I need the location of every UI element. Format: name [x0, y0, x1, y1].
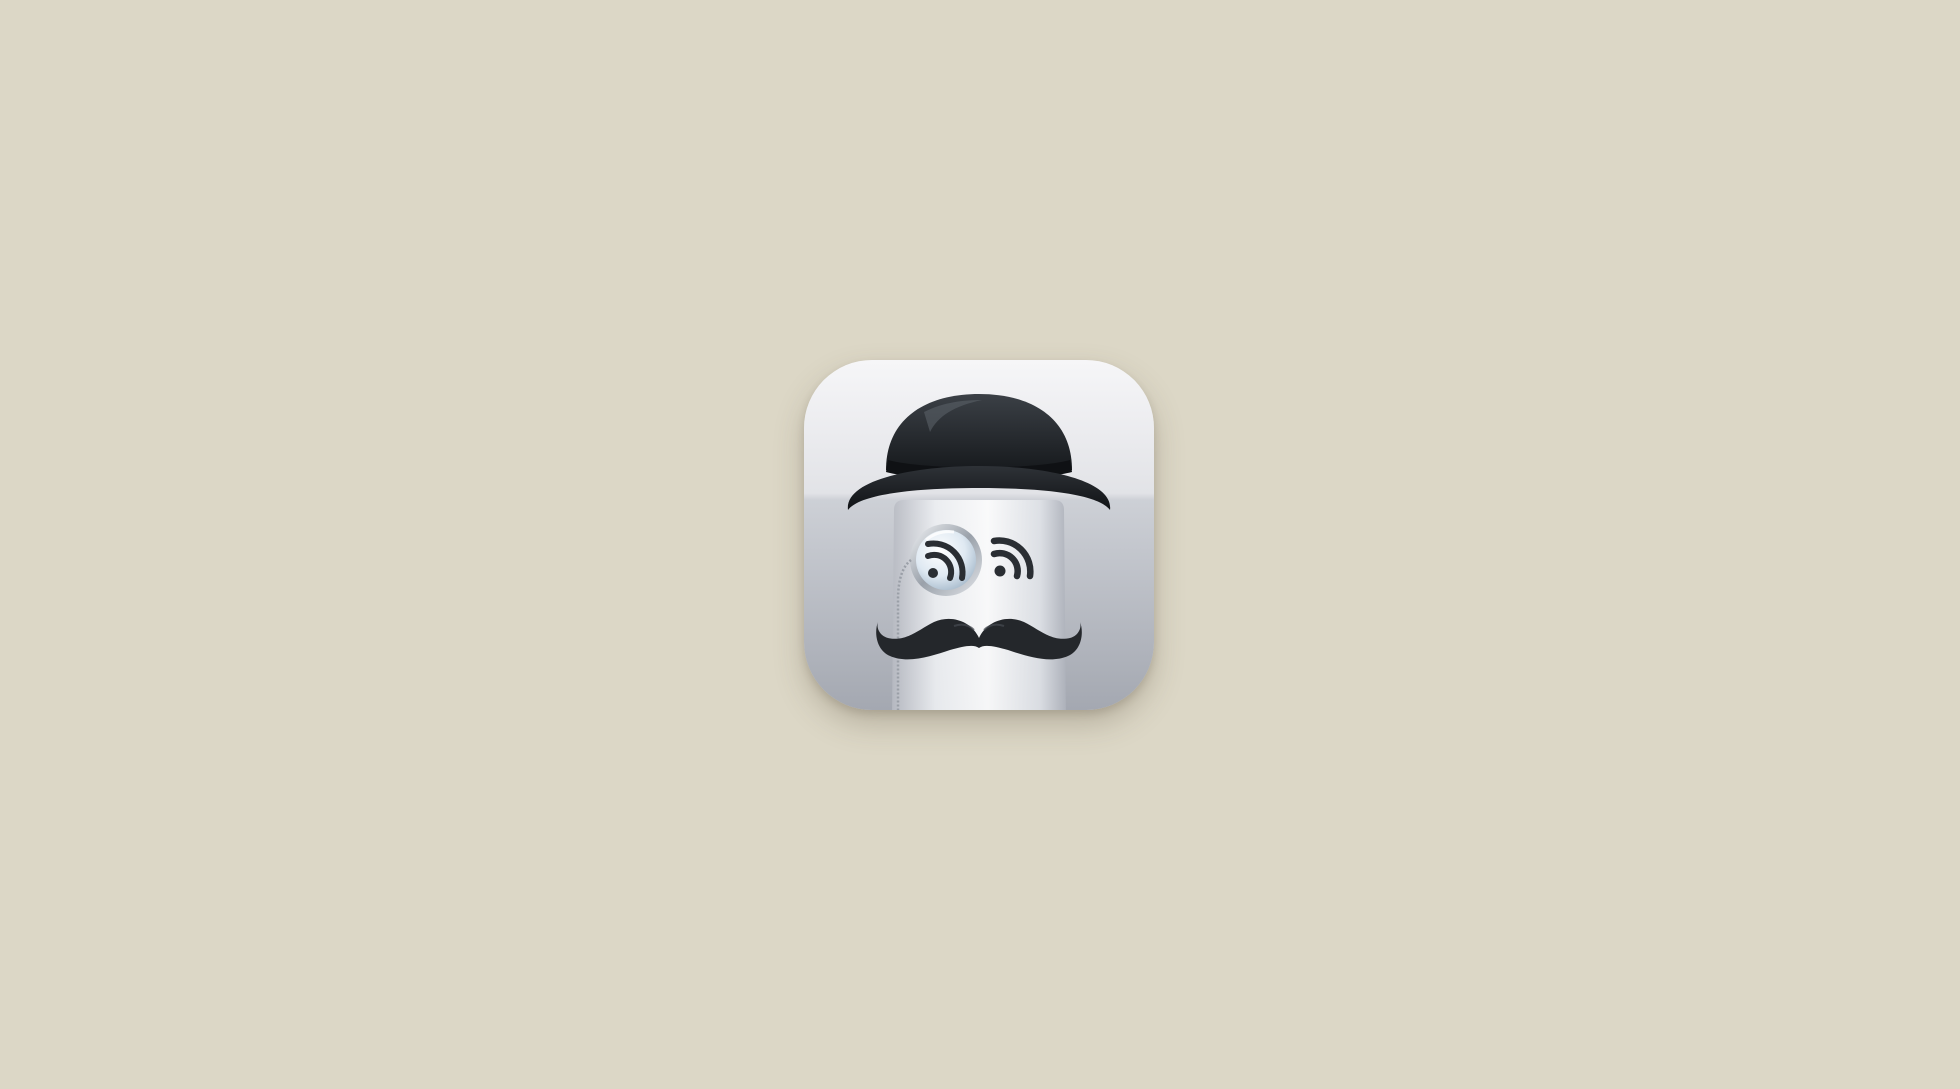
desktop-background: [0, 0, 1960, 1089]
rss-gentleman-icon: [804, 360, 1154, 710]
app-icon[interactable]: [804, 360, 1154, 710]
rss-eye-left-icon: [910, 524, 982, 596]
